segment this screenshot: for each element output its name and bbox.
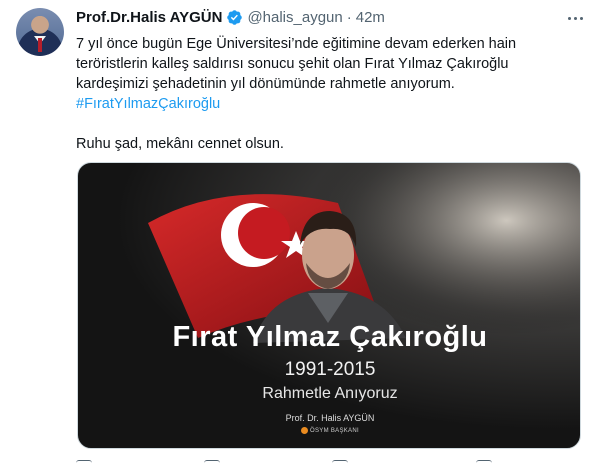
author-avatar[interactable] [16, 8, 64, 56]
tweet-text-line: Ruhu şad, mekânı cennet olsun. [76, 136, 284, 152]
author-handle[interactable]: @halis_aygun [247, 9, 342, 26]
more-dot [579, 16, 583, 20]
memorial-organization: ÖSYM BAŞKANI [78, 427, 580, 435]
organization-label: ÖSYM BAŞKANI [310, 428, 359, 435]
verified-badge-icon [227, 10, 243, 25]
tweet-text: 7 yıl önce bugün Ege Üniversitesi’nde eğ… [76, 34, 576, 154]
memorial-signature: Prof. Dr. Halis AYGÜN [285, 413, 375, 423]
more-options-icon[interactable] [561, 8, 589, 28]
more-dot [573, 16, 577, 20]
avatar-tie [38, 38, 42, 52]
reply-icon[interactable] [76, 460, 92, 467]
like-icon[interactable] [332, 460, 348, 467]
tweet-media-image[interactable]: Fırat Yılmaz Çakıroğlu 1991-2015 Rahmetl… [77, 162, 581, 449]
separator-dot: · [346, 9, 352, 26]
tweet-text-line: teröristlerin kalleş saldırısı sonucu şe… [76, 56, 509, 72]
tweet-timestamp[interactable]: 42m [356, 9, 385, 26]
flag-crescent-inner [238, 207, 290, 259]
retweet-icon[interactable] [204, 460, 220, 467]
memorial-name: Fırat Yılmaz Çakıroğlu [172, 321, 488, 353]
more-dot [567, 16, 571, 20]
memorial-subtitle: Rahmetle Anıyoruz [262, 385, 398, 402]
tweet-text-line: 7 yıl önce bugün Ege Üniversitesi’nde eğ… [76, 36, 517, 52]
tweet-text-line: kardeşimizi şehadetinin yıl dönümünde ra… [76, 76, 455, 92]
hashtag-link[interactable]: #FıratYılmazÇakıroğlu [76, 94, 576, 114]
author-name[interactable]: Prof.Dr.Halis AYGÜN [76, 9, 222, 26]
tweet-header: Prof.Dr.Halis AYGÜN @halis_aygun · 42m [76, 9, 385, 26]
tweet-actions [76, 458, 576, 467]
memorial-graphic [78, 163, 580, 448]
osym-logo-icon [301, 427, 309, 434]
memorial-years: 1991-2015 [284, 359, 376, 380]
tweet[interactable]: Prof.Dr.Halis AYGÜN @halis_aygun · 42m 7… [0, 0, 595, 467]
share-icon[interactable] [476, 460, 492, 467]
